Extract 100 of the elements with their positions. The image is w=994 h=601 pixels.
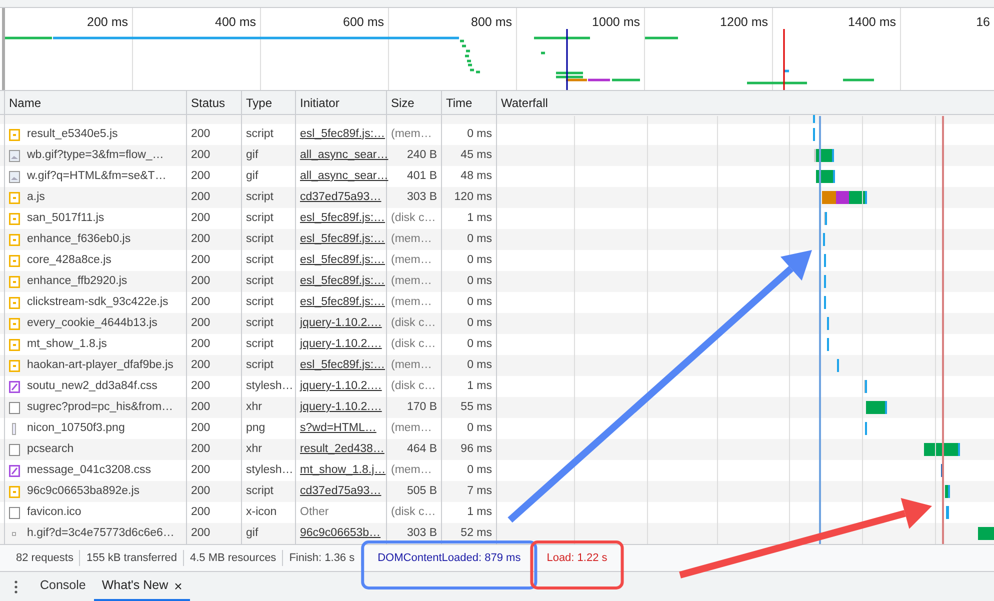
request-time: 96 ms [460,442,492,457]
column-header[interactable]: Type [242,91,296,114]
file-name[interactable]: w.gif?q=HTML&fm=se&T… [27,168,166,186]
status-code: 200 [191,148,210,163]
status-code: 200 [191,462,210,478]
initiator-link[interactable]: jquery-1.10.2.… [300,314,382,332]
column-header[interactable]: Time [442,91,497,114]
file-name[interactable]: every_cookie_4644b13.js [27,314,158,332]
close-tab-button[interactable]: × [174,578,182,592]
status-code: 200 [191,126,210,142]
request-time: 0 ms [467,358,492,373]
resource-type: xhr [246,400,262,415]
resource-type: gif [246,168,258,184]
initiator-link[interactable]: esl_5fec89f.js:… [300,230,386,248]
timing-bar [866,401,887,414]
initiator-link[interactable]: esl_5fec89f.js:… [300,252,386,270]
file-name[interactable]: haokan-art-player_dfaf9be.js [27,356,174,374]
file-name[interactable]: wb.gif?type=3&fm=flow_… [27,146,164,164]
resource-type: script [246,126,274,142]
image-file-icon [9,150,20,162]
script-file-icon [9,128,20,140]
status-code: 200 [191,168,210,184]
initiator-link[interactable]: jquery-1.10.2.… [300,378,382,396]
resource-size: 303 B [406,190,437,205]
initiator-link[interactable]: mt_show_1.8.j… [300,462,386,480]
file-name[interactable]: enhance_f636eb0.js [27,230,131,248]
request-time: 7 ms [467,484,492,499]
file-name[interactable]: favicon.ico [27,504,82,522]
status-code: 200 [191,484,210,499]
initiator-link[interactable]: cd37ed75a93… [300,188,382,206]
resource-size: (disk c… [391,336,436,352]
initiator-link[interactable]: s?wd=HTML… [300,420,376,438]
file-name[interactable]: soutu_new2_dd3a84f.css [27,378,158,396]
file-name[interactable]: enhance_ffb2920.js [27,272,128,290]
initiator-link[interactable]: esl_5fec89f.js:… [300,356,386,374]
resource-size: 464 B [406,442,437,457]
image-file-icon [9,170,20,182]
resource-type: script [246,274,274,289]
summary-text: Finish: 1.36 s [283,550,362,566]
resource-size: 505 B [406,484,437,499]
initiator-link[interactable]: esl_5fec89f.js:… [300,210,386,228]
file-name[interactable]: mt_show_1.8.js [27,336,107,354]
request-time: 0 ms [467,462,492,478]
file-name[interactable]: pcsearch [27,440,74,458]
resource-size: 240 B [406,148,437,163]
initiator-link[interactable]: result_2ed438… [300,440,384,458]
tick-label: 800 ms [471,15,512,29]
resource-type: gif [246,148,258,163]
status-code: 200 [191,316,210,331]
tick-label: 200 ms [87,15,128,29]
resource-type: png [246,420,266,436]
summary-text: 82 requests [10,550,80,566]
summary-text: Load: 1.22 s [546,551,608,566]
file-name[interactable]: 96c9c06653ba892e.js [27,482,140,500]
column-header[interactable]: Size [387,91,442,114]
resource-type: stylesh… [246,462,294,478]
initiator-link[interactable]: cd37ed75a93… [300,482,382,500]
file-name[interactable]: clickstream-sdk_93c422e.js [27,294,168,312]
initiator-link[interactable]: esl_5fec89f.js:… [300,272,386,290]
tick-label: 1400 ms [848,15,896,29]
initiator-link[interactable]: jquery-1.10.2.… [300,336,382,354]
resource-size: (disk c… [391,504,436,520]
file-name[interactable]: sugrec?prod=pc_his&from… [27,398,174,416]
file-name[interactable]: message_041c3208.css [27,462,152,480]
status-code: 200 [191,210,210,226]
file-name[interactable]: a.js [27,188,45,206]
more-menu-icon[interactable] [14,580,18,594]
file-name[interactable]: result_e5340e5.js [27,126,118,144]
initiator-link[interactable]: 96c9c06653b… [300,524,381,542]
file-name[interactable]: h.gif?d=3c4e75773d6c6e6… [27,524,174,542]
resource-type: script [246,232,274,247]
initiator-link[interactable]: jquery-1.10.2.… [300,398,382,416]
request-time: 1 ms [467,504,492,520]
status-code: 200 [191,442,210,457]
initiator-link[interactable]: all_async_sear… [300,146,388,164]
column-header[interactable]: Status [187,91,242,114]
status-code: 200 [191,190,210,205]
drawer-tab[interactable]: What's New × [94,572,190,601]
script-file-icon [9,318,20,330]
script-file-icon [9,234,20,246]
status-code: 200 [191,526,210,541]
resource-size: (mem… [391,232,432,247]
summary-text: 155 kB transferred [80,550,184,566]
initiator-link[interactable]: all_async_sear… [300,168,388,186]
initiator-link[interactable]: esl_5fec89f.js:… [300,294,386,312]
resource-size: (mem… [391,462,432,478]
column-header[interactable]: Waterfall [497,91,994,114]
resource-size: 401 B [406,168,437,184]
request-time: 1 ms [467,378,492,394]
file-name[interactable]: core_428a8ce.js [27,252,112,270]
status-code: 200 [191,400,210,415]
column-header[interactable]: Name [5,91,187,114]
script-file-icon [9,296,20,308]
column-header[interactable]: Initiator [296,91,387,114]
resource-type: script [246,358,274,373]
initiator-link[interactable]: esl_5fec89f.js:… [300,126,386,144]
drawer-tab[interactable]: Console [32,572,94,601]
file-name[interactable]: san_5017f11.js [27,210,104,228]
request-time: 52 ms [460,526,492,541]
file-name[interactable]: nicon_10750f3.png [27,420,125,438]
